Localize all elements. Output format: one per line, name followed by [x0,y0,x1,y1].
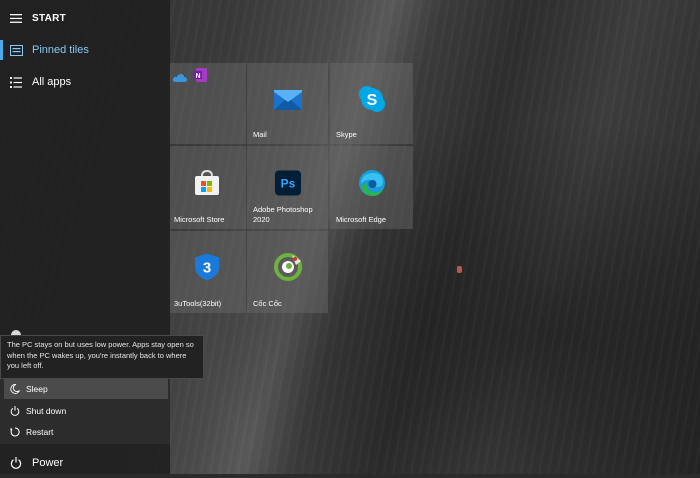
tile-label: 3uTools(32bit) [174,299,222,308]
tile-label: Adobe Photoshop 2020 [253,205,313,224]
tile-microsoft-store[interactable]: Microsoft Store [168,146,246,229]
tile-label: Skype [336,130,357,139]
tile-skype[interactable]: S Skype [330,63,413,144]
sleep-label: Sleep [26,384,48,394]
nav-pinned-tiles[interactable]: Pinned tiles [0,34,170,66]
sleep-option[interactable]: Sleep [4,379,168,399]
power-menu: Sleep Shut down Restart [0,375,170,444]
restart-icon [4,427,26,437]
sleep-tooltip: The PC stays on but uses low power. Apps… [0,335,204,379]
nav-all-apps[interactable]: All apps [0,66,170,98]
tile-coccoc[interactable]: Cốc Cốc [247,231,328,313]
restart-label: Restart [26,427,54,437]
power-icon [4,406,26,416]
hamburger-button[interactable]: START [0,2,170,34]
tile-3utools[interactable]: 3 3uTools(32bit) [168,231,246,313]
tile-label: Mail [253,130,267,139]
svg-text:3: 3 [203,260,211,277]
tile-label: Microsoft Store [174,215,225,224]
onedrive-icon[interactable] [172,70,188,88]
svg-text:N: N [195,73,200,80]
tile-microsoft-edge[interactable]: Microsoft Edge [330,146,413,229]
power-label: Power [32,457,64,469]
start-title: START [32,12,67,24]
mail-icon [273,88,302,110]
shut-down-option[interactable]: Shut down [4,401,168,421]
3utools-icon: 3 [195,253,219,281]
selection-indicator [0,40,3,60]
all-apps-label: All apps [32,76,72,88]
tile-mail[interactable]: Mail [247,63,328,144]
coccoc-icon [273,253,302,282]
tile-label: Microsoft Edge [336,215,387,224]
pinned-tiles-icon [0,44,32,56]
tile-photoshop[interactable]: Ps Adobe Photoshop 2020 [247,146,328,229]
restart-option[interactable]: Restart [4,422,168,442]
store-icon [194,169,220,196]
onenote-icon[interactable]: N [194,68,208,87]
all-apps-icon [0,76,32,88]
tile-group-small: N [168,63,246,144]
pinned-tiles-label: Pinned tiles [32,44,89,56]
skype-icon: S [358,85,386,113]
svg-text:Ps: Ps [280,176,295,190]
moon-icon [4,384,26,394]
photoshop-icon: Ps [274,170,301,196]
svg-text:S: S [366,92,377,109]
edge-icon [358,169,386,197]
background-climber [457,266,462,273]
shut-down-label: Shut down [26,406,67,416]
hamburger-icon [0,13,32,23]
power-icon [0,457,32,469]
tile-label: Cốc Cốc [253,299,282,308]
